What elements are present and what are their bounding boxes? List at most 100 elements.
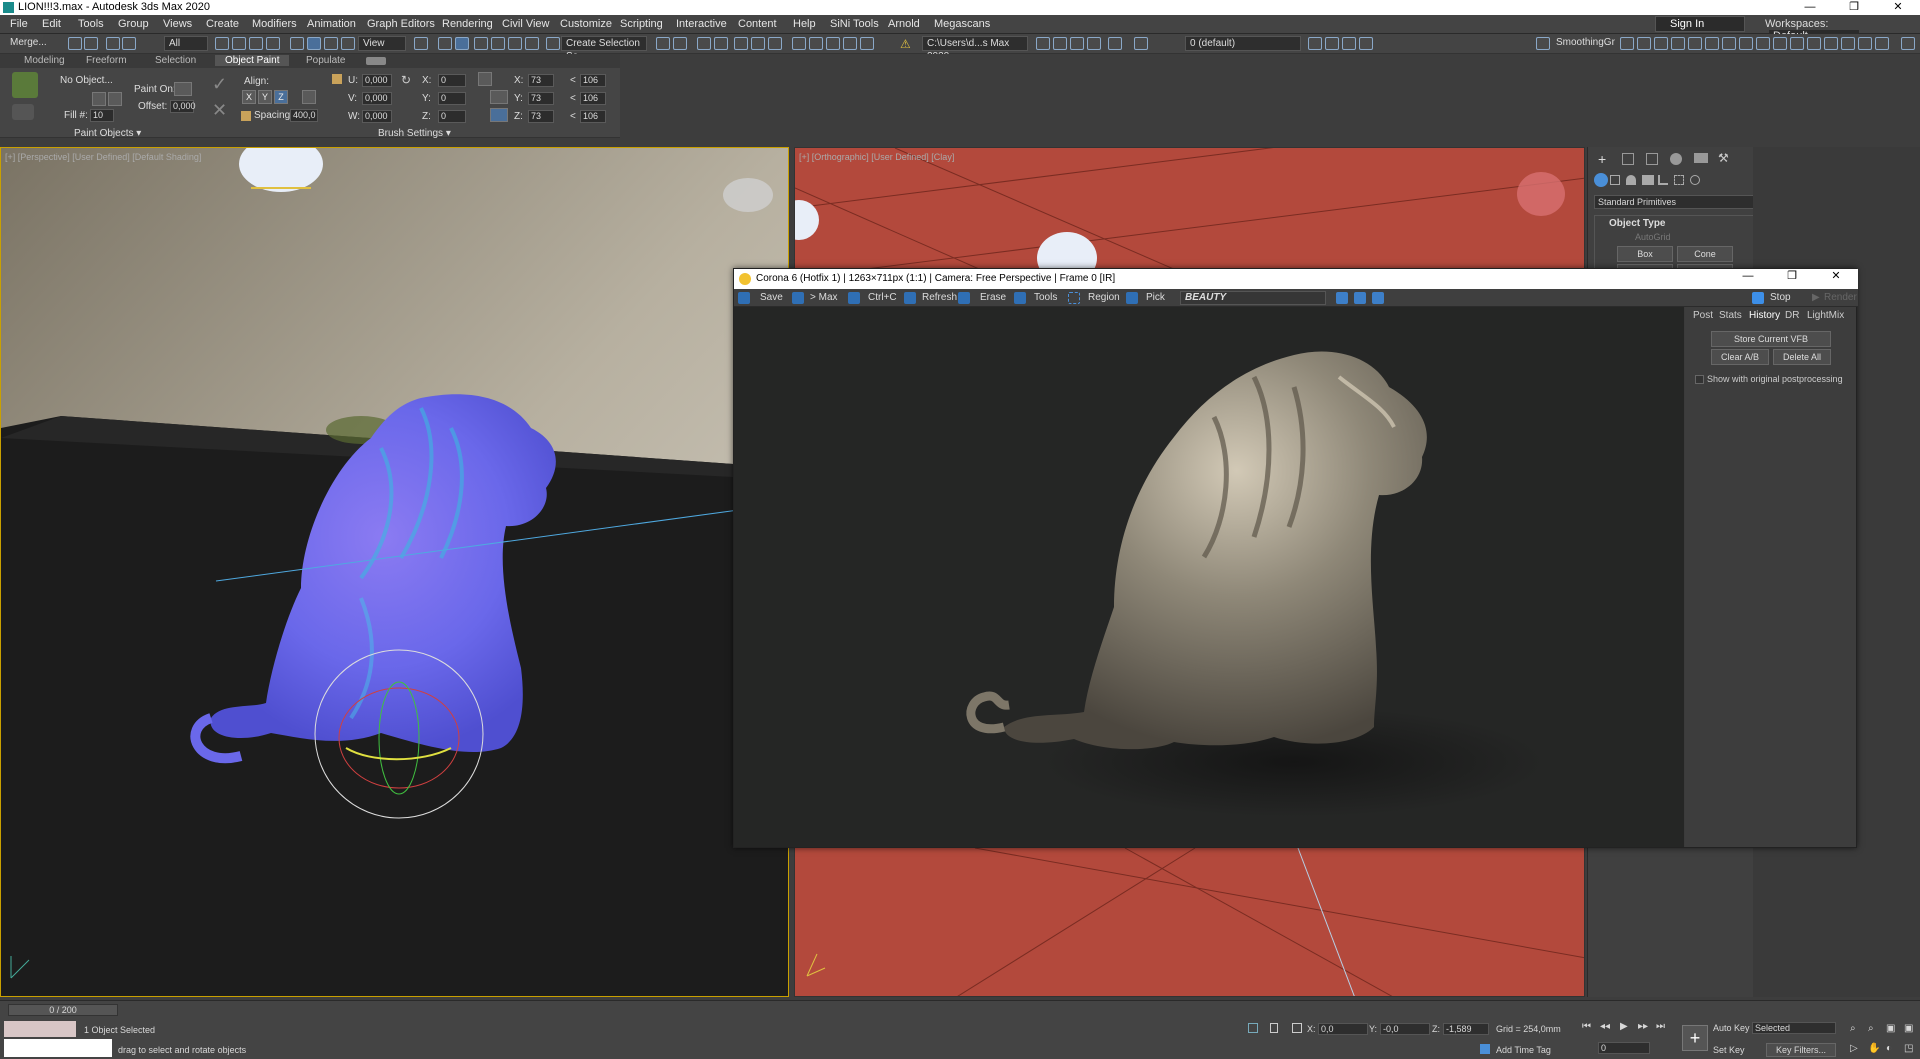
vfb-minimize-button[interactable]: — bbox=[1726, 269, 1770, 284]
collapse-icon[interactable] bbox=[1108, 37, 1122, 50]
cameras-icon[interactable] bbox=[1642, 175, 1654, 185]
field-of-view-icon[interactable]: ▷ bbox=[1850, 1043, 1858, 1054]
next-frame-icon[interactable]: ▸▸ bbox=[1638, 1021, 1648, 1032]
zoom-extents-all-icon[interactable]: ▣ bbox=[1904, 1023, 1913, 1034]
archive-icon[interactable] bbox=[1087, 37, 1101, 50]
viewcube-icon[interactable] bbox=[723, 178, 773, 212]
flip-axis-icon[interactable] bbox=[302, 90, 316, 104]
keyboard-shortcut-icon[interactable] bbox=[455, 37, 469, 50]
pick-object-icon[interactable] bbox=[92, 92, 106, 106]
utilities-tab-icon[interactable]: ⚒ bbox=[1718, 151, 1729, 165]
selection-lock-icon[interactable] bbox=[1270, 1023, 1278, 1033]
rotate-z-field[interactable]: 0 bbox=[438, 110, 466, 123]
zoom-out-icon[interactable] bbox=[1354, 292, 1366, 304]
render-production-icon[interactable] bbox=[843, 37, 857, 50]
viewcube-icon[interactable] bbox=[1517, 172, 1565, 216]
vfb-tab-history[interactable]: History bbox=[1749, 310, 1780, 321]
corona-toolbox-icon[interactable] bbox=[1841, 37, 1855, 50]
maxscript-listener[interactable] bbox=[4, 1021, 76, 1037]
current-layer-dropdown[interactable]: 0 (default) bbox=[1185, 36, 1301, 51]
maxscript-input[interactable] bbox=[4, 1039, 112, 1057]
previous-frame-icon[interactable]: ◂◂ bbox=[1600, 1021, 1610, 1032]
select-layer-objects-icon[interactable] bbox=[1325, 37, 1339, 50]
vfb-tab-post[interactable]: Post bbox=[1693, 310, 1713, 321]
zoom-all-icon[interactable]: ⌕ bbox=[1868, 1023, 1874, 1034]
menu-graph-editors[interactable]: Graph Editors bbox=[367, 18, 435, 30]
ribbon-toggle-icon[interactable] bbox=[366, 57, 386, 65]
vfb-refresh-button[interactable]: Refresh bbox=[922, 292, 957, 303]
geometry-icon[interactable] bbox=[1594, 173, 1608, 187]
scale-uniform-icon[interactable] bbox=[478, 72, 492, 86]
maximize-viewport-icon[interactable]: ◳ bbox=[1904, 1043, 1913, 1054]
vfb-to-max-button[interactable]: > Max bbox=[810, 292, 838, 303]
select-object-icon[interactable] bbox=[215, 37, 229, 50]
curve-editor-icon[interactable] bbox=[751, 37, 765, 50]
menu-customize[interactable]: Customize bbox=[560, 18, 612, 30]
link-icon[interactable] bbox=[106, 37, 120, 50]
vfb-save-button[interactable]: Save bbox=[760, 292, 783, 303]
play-icon[interactable]: ▶ bbox=[1620, 1021, 1628, 1032]
object-type-rollout-title[interactable]: Object Type bbox=[1609, 218, 1666, 229]
menu-file[interactable]: File bbox=[10, 18, 28, 30]
paint-brush-icon[interactable] bbox=[12, 72, 38, 98]
render-iterative-icon[interactable] bbox=[860, 37, 874, 50]
corona-volume-icon[interactable] bbox=[1790, 37, 1804, 50]
menu-sini-tools[interactable]: SiNi Tools bbox=[830, 18, 879, 30]
project-folder-icon[interactable] bbox=[1036, 37, 1050, 50]
align-x-button[interactable]: X bbox=[242, 90, 256, 104]
select-scale-icon[interactable] bbox=[324, 37, 338, 50]
layer-manager-icon[interactable] bbox=[1134, 37, 1148, 50]
schematic-view-icon[interactable] bbox=[768, 37, 782, 50]
current-frame-field[interactable]: 0 bbox=[1598, 1042, 1650, 1054]
perspective-viewport-label[interactable]: [+] [Perspective] [User Defined] [Defaul… bbox=[5, 152, 201, 162]
menu-arnold[interactable]: Arnold bbox=[888, 18, 920, 30]
menu-group[interactable]: Group bbox=[118, 18, 149, 30]
go-to-start-icon[interactable]: ⏮ bbox=[1582, 1021, 1591, 1032]
ribbon-toggle-icon[interactable] bbox=[734, 37, 748, 50]
go-to-end-icon[interactable]: ⏭ bbox=[1656, 1021, 1665, 1032]
spacing-field[interactable]: 400,0 bbox=[290, 109, 318, 122]
named-selection-sets-dropdown[interactable]: Create Selection Se bbox=[561, 36, 647, 62]
checkmark-icon[interactable]: ✓ bbox=[212, 74, 227, 95]
minimize-button[interactable]: — bbox=[1788, 0, 1832, 15]
autogrid-checkbox[interactable]: AutoGrid bbox=[1635, 232, 1671, 242]
scale-x-field[interactable]: 73 bbox=[528, 74, 554, 87]
tab-object-paint[interactable]: Object Paint bbox=[215, 55, 290, 66]
range-z-field[interactable]: 106 bbox=[580, 110, 606, 123]
v-field[interactable]: 0,000 bbox=[362, 92, 392, 105]
menu-edit[interactable]: Edit bbox=[42, 18, 61, 30]
auto-key-button[interactable]: Auto Key bbox=[1713, 1023, 1750, 1033]
select-manipulate-icon[interactable] bbox=[438, 37, 452, 50]
corona-decal-icon[interactable] bbox=[1756, 37, 1770, 50]
corona-distance-icon[interactable] bbox=[1807, 37, 1821, 50]
scale-y-field[interactable]: 73 bbox=[528, 92, 554, 105]
modify-tab-icon[interactable] bbox=[1622, 153, 1634, 165]
store-vfb-button[interactable]: Store Current VFB bbox=[1711, 331, 1831, 347]
batch-render-icon[interactable] bbox=[1070, 37, 1084, 50]
shapes-icon[interactable] bbox=[1610, 175, 1620, 185]
close-button[interactable]: ✕ bbox=[1876, 0, 1920, 15]
spinner-snap-icon[interactable] bbox=[525, 37, 539, 50]
tab-populate[interactable]: Populate bbox=[306, 55, 345, 66]
absolute-mode-icon[interactable] bbox=[1292, 1023, 1302, 1033]
menu-tools[interactable]: Tools bbox=[78, 18, 104, 30]
vfb-tab-stats[interactable]: Stats bbox=[1719, 310, 1742, 321]
menu-animation[interactable]: Animation bbox=[307, 18, 356, 30]
merge-button[interactable]: Merge... bbox=[6, 36, 56, 51]
range-x-field[interactable]: 106 bbox=[580, 74, 606, 87]
vfb-erase-button[interactable]: Erase bbox=[980, 292, 1006, 303]
corona-proxy-icon[interactable] bbox=[1688, 37, 1702, 50]
corona-converter-icon[interactable] bbox=[1654, 37, 1668, 50]
corona-vfb-icon[interactable] bbox=[1875, 37, 1889, 50]
perspective-viewport[interactable]: [+] [Perspective] [User Defined] [Defaul… bbox=[0, 147, 789, 997]
rotate-x-field[interactable]: 0 bbox=[438, 74, 466, 87]
snaps-toggle-icon[interactable] bbox=[474, 37, 488, 50]
zoom-icon[interactable]: ⌕ bbox=[1850, 1023, 1856, 1034]
select-rotate-icon[interactable] bbox=[307, 37, 321, 50]
systems-icon[interactable] bbox=[1690, 175, 1700, 185]
clear-ab-button[interactable]: Clear A/B bbox=[1711, 349, 1769, 365]
y-coord-field[interactable]: -0,0 bbox=[1380, 1023, 1430, 1035]
paint-on-dropdown[interactable] bbox=[174, 82, 192, 96]
scene-states-icon[interactable] bbox=[1053, 37, 1067, 50]
menu-create[interactable]: Create bbox=[206, 18, 239, 30]
